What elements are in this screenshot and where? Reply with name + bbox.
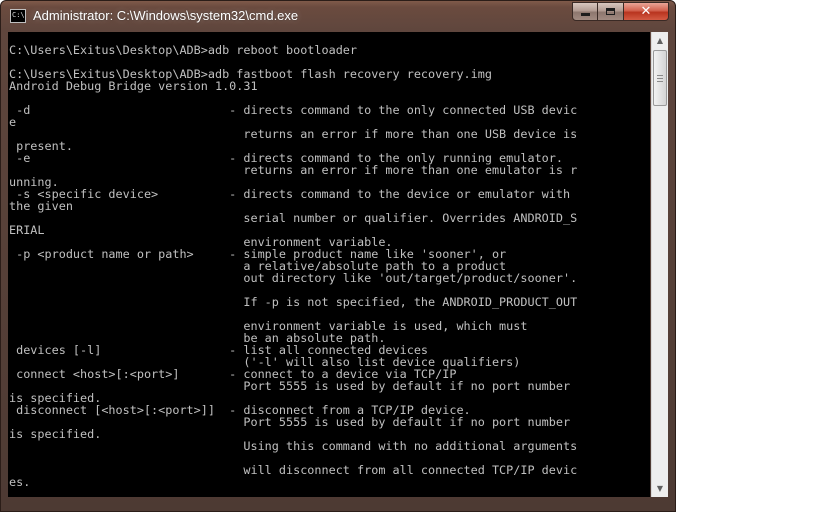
console-line: out directory like 'out/target/product/s… (9, 271, 578, 285)
scroll-down-button[interactable]: ▼ (652, 480, 668, 497)
thumb-grip-line (657, 78, 663, 79)
console-line: If -p is not specified, the ANDROID_PROD… (9, 295, 578, 309)
vertical-scrollbar[interactable]: ▲ ▼ (651, 32, 668, 497)
console-line: Port 5555 is used by default if no port … (9, 415, 571, 429)
thumb-grip-line (657, 81, 663, 82)
scroll-thumb[interactable] (653, 50, 667, 106)
console-line: C:\Users\Exitus\Desktop\ADB>adb reboot b… (9, 43, 358, 57)
console-line: es. (9, 475, 31, 489)
console-line: returns an error if more than one emulat… (9, 163, 578, 177)
console-line: will disconnect from all connected TCP/I… (9, 463, 578, 477)
minimize-button[interactable] (572, 2, 598, 21)
scroll-up-button[interactable]: ▲ (652, 32, 668, 49)
close-button[interactable]: ✕ (624, 2, 669, 21)
minimize-icon (580, 13, 590, 16)
console-line: Android Debug Bridge version 1.0.31 (9, 79, 258, 93)
chevron-down-icon: ▼ (656, 484, 664, 493)
console-line: -d - directs command to the only connect… (9, 103, 578, 117)
title-bar[interactable]: C:\ Administrator: C:\Windows\system32\c… (1, 1, 675, 31)
console-line: Port 5555 is used by default if no port … (9, 379, 571, 393)
console-line: serial number or qualifier. Overrides AN… (9, 211, 578, 225)
console-line: returns an error if more than one USB de… (9, 127, 578, 141)
window-title: Administrator: C:\Windows\system32\cmd.e… (33, 8, 299, 23)
thumb-grip-line (657, 75, 663, 76)
maximize-button[interactable] (598, 2, 624, 21)
cmd-window: C:\ Administrator: C:\Windows\system32\c… (0, 0, 676, 512)
console-text: C:\Users\Exitus\Desktop\ADB>adb reboot b… (8, 32, 650, 488)
close-icon: ✕ (640, 4, 652, 19)
console-output[interactable]: C:\Users\Exitus\Desktop\ADB>adb reboot b… (8, 32, 650, 497)
maximize-icon (606, 8, 615, 15)
caption-buttons: ✕ (572, 2, 669, 21)
console-line: Using this command with no additional ar… (9, 439, 578, 453)
cmd-app-icon[interactable]: C:\ (10, 9, 26, 23)
console-line: -s <specific device> - directs command t… (9, 187, 571, 201)
chevron-up-icon: ▲ (656, 36, 664, 45)
